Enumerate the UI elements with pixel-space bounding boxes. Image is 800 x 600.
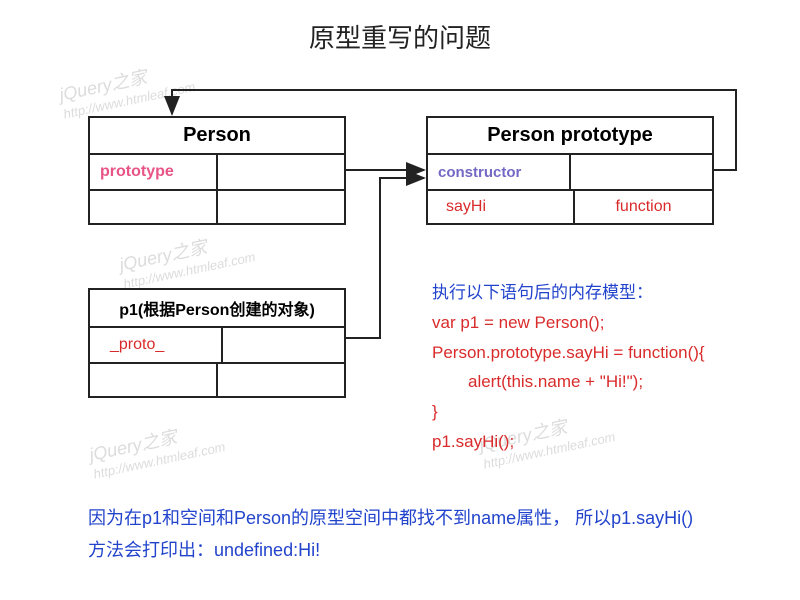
watermark-line1: jQuery之家 (57, 56, 193, 107)
diagram-title: 原型重写的问题 (0, 18, 800, 55)
footer-line: 方法会打印出：undefined:Hi! (88, 534, 693, 566)
footer-explanation: 因为在p1和空间和Person的原型空间中都找不到name属性， 所以p1.sa… (88, 502, 693, 567)
table-row (90, 362, 344, 396)
table-row: constructor (428, 155, 712, 189)
proto-value (223, 328, 344, 362)
watermark-line1: jQuery之家 (117, 226, 253, 277)
watermark: jQuery之家 http://www.htmleaf.com (87, 416, 227, 483)
watermark-line1: jQuery之家 (87, 416, 223, 467)
p1-header: p1(根据Person创建的对象) (90, 290, 344, 328)
sayhi-label: sayHi (428, 191, 575, 223)
p1-box: p1(根据Person创建的对象) _proto_ (88, 288, 346, 398)
footer-line: 因为在p1和空间和Person的原型空间中都找不到name属性， 所以p1.sa… (88, 502, 693, 534)
constructor-value (571, 155, 712, 189)
sayhi-value: function (575, 191, 712, 223)
watermark: jQuery之家 http://www.htmleaf.com (57, 56, 197, 123)
table-row: prototype (90, 155, 344, 189)
empty-cell (90, 191, 218, 223)
person-header: Person (90, 118, 344, 155)
proto-label: _proto_ (90, 328, 223, 362)
code-line: var p1 = new Person(); (432, 308, 705, 338)
code-line: } (432, 397, 705, 427)
watermark: jQuery之家 http://www.htmleaf.com (117, 226, 257, 293)
empty-cell (218, 364, 344, 396)
person-prototype-label: prototype (90, 155, 218, 189)
table-row: _proto_ (90, 328, 344, 362)
table-row (90, 189, 344, 223)
code-line: alert(this.name + "Hi!"); (432, 367, 705, 397)
person-prototype-header: Person prototype (428, 118, 712, 155)
code-line: p1.sayHi(); (432, 427, 705, 457)
watermark-line2: http://www.htmleaf.com (92, 439, 227, 483)
code-explanation: 执行以下语句后的内存模型： var p1 = new Person(); Per… (432, 278, 705, 457)
person-prototype-value (218, 155, 344, 189)
code-header: 执行以下语句后的内存模型： (432, 278, 705, 308)
empty-cell (90, 364, 218, 396)
constructor-label: constructor (428, 155, 571, 189)
code-line: Person.prototype.sayHi = function(){ (432, 338, 705, 368)
table-row: sayHi function (428, 189, 712, 223)
person-prototype-box: Person prototype constructor sayHi funct… (426, 116, 714, 225)
person-box: Person prototype (88, 116, 346, 225)
empty-cell (218, 191, 344, 223)
